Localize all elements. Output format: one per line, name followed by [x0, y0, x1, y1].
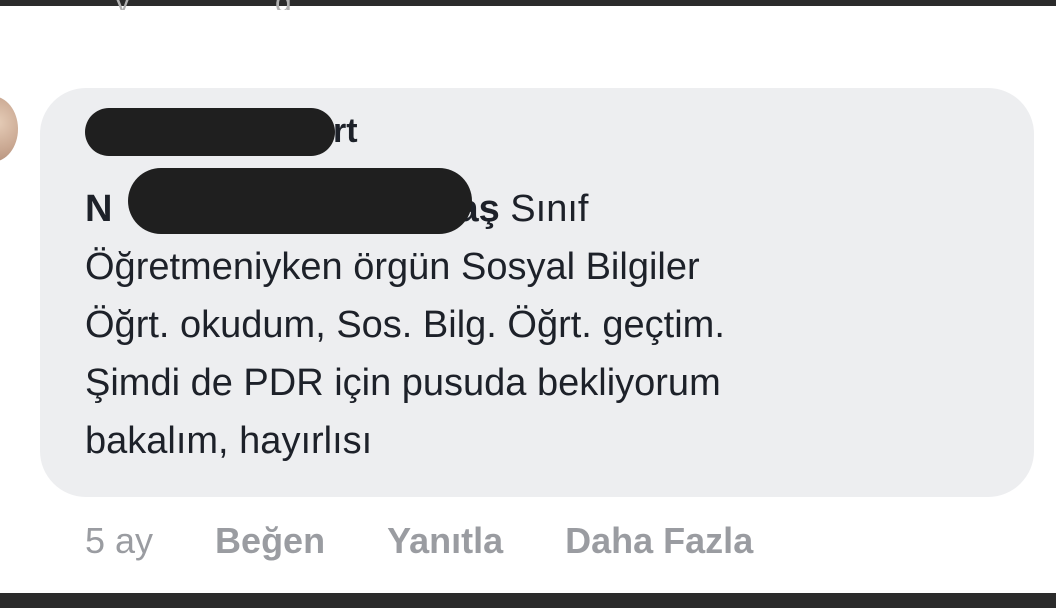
comment-line-1-end: Sınıf [499, 188, 589, 230]
reply-button[interactable]: Yanıtla [387, 520, 503, 562]
like-button[interactable]: Beğen [215, 520, 325, 562]
author-name-redaction [85, 108, 335, 156]
comment-timestamp[interactable]: 5 ay [85, 520, 153, 562]
comment-actions: 5 ay Beğen Yanıtla Daha Fazla [85, 517, 815, 565]
comment-line-5: bakalım, hayırlısı [85, 420, 373, 462]
mention-redaction [128, 168, 472, 234]
more-button[interactable]: Daha Fazla [565, 520, 753, 562]
comment-line-3: Öğrt. okudum, Sos. Bilg. Öğrt. geçtim. [85, 304, 725, 346]
fragment-text-right: g [275, 0, 292, 10]
fragment-text-left: y [115, 0, 130, 10]
comment-line-4: Şimdi de PDR için pusuda bekliyorum [85, 362, 721, 404]
author-name[interactable]: rt [333, 112, 358, 151]
comment-line-1-start: N [85, 188, 113, 230]
comment-line-2: Öğretmeniyken örgün Sosyal Bilgiler [85, 246, 700, 288]
avatar[interactable] [0, 96, 18, 162]
previous-comment-fragment: y g [95, 0, 325, 10]
bottom-edge-bar [0, 593, 1056, 608]
